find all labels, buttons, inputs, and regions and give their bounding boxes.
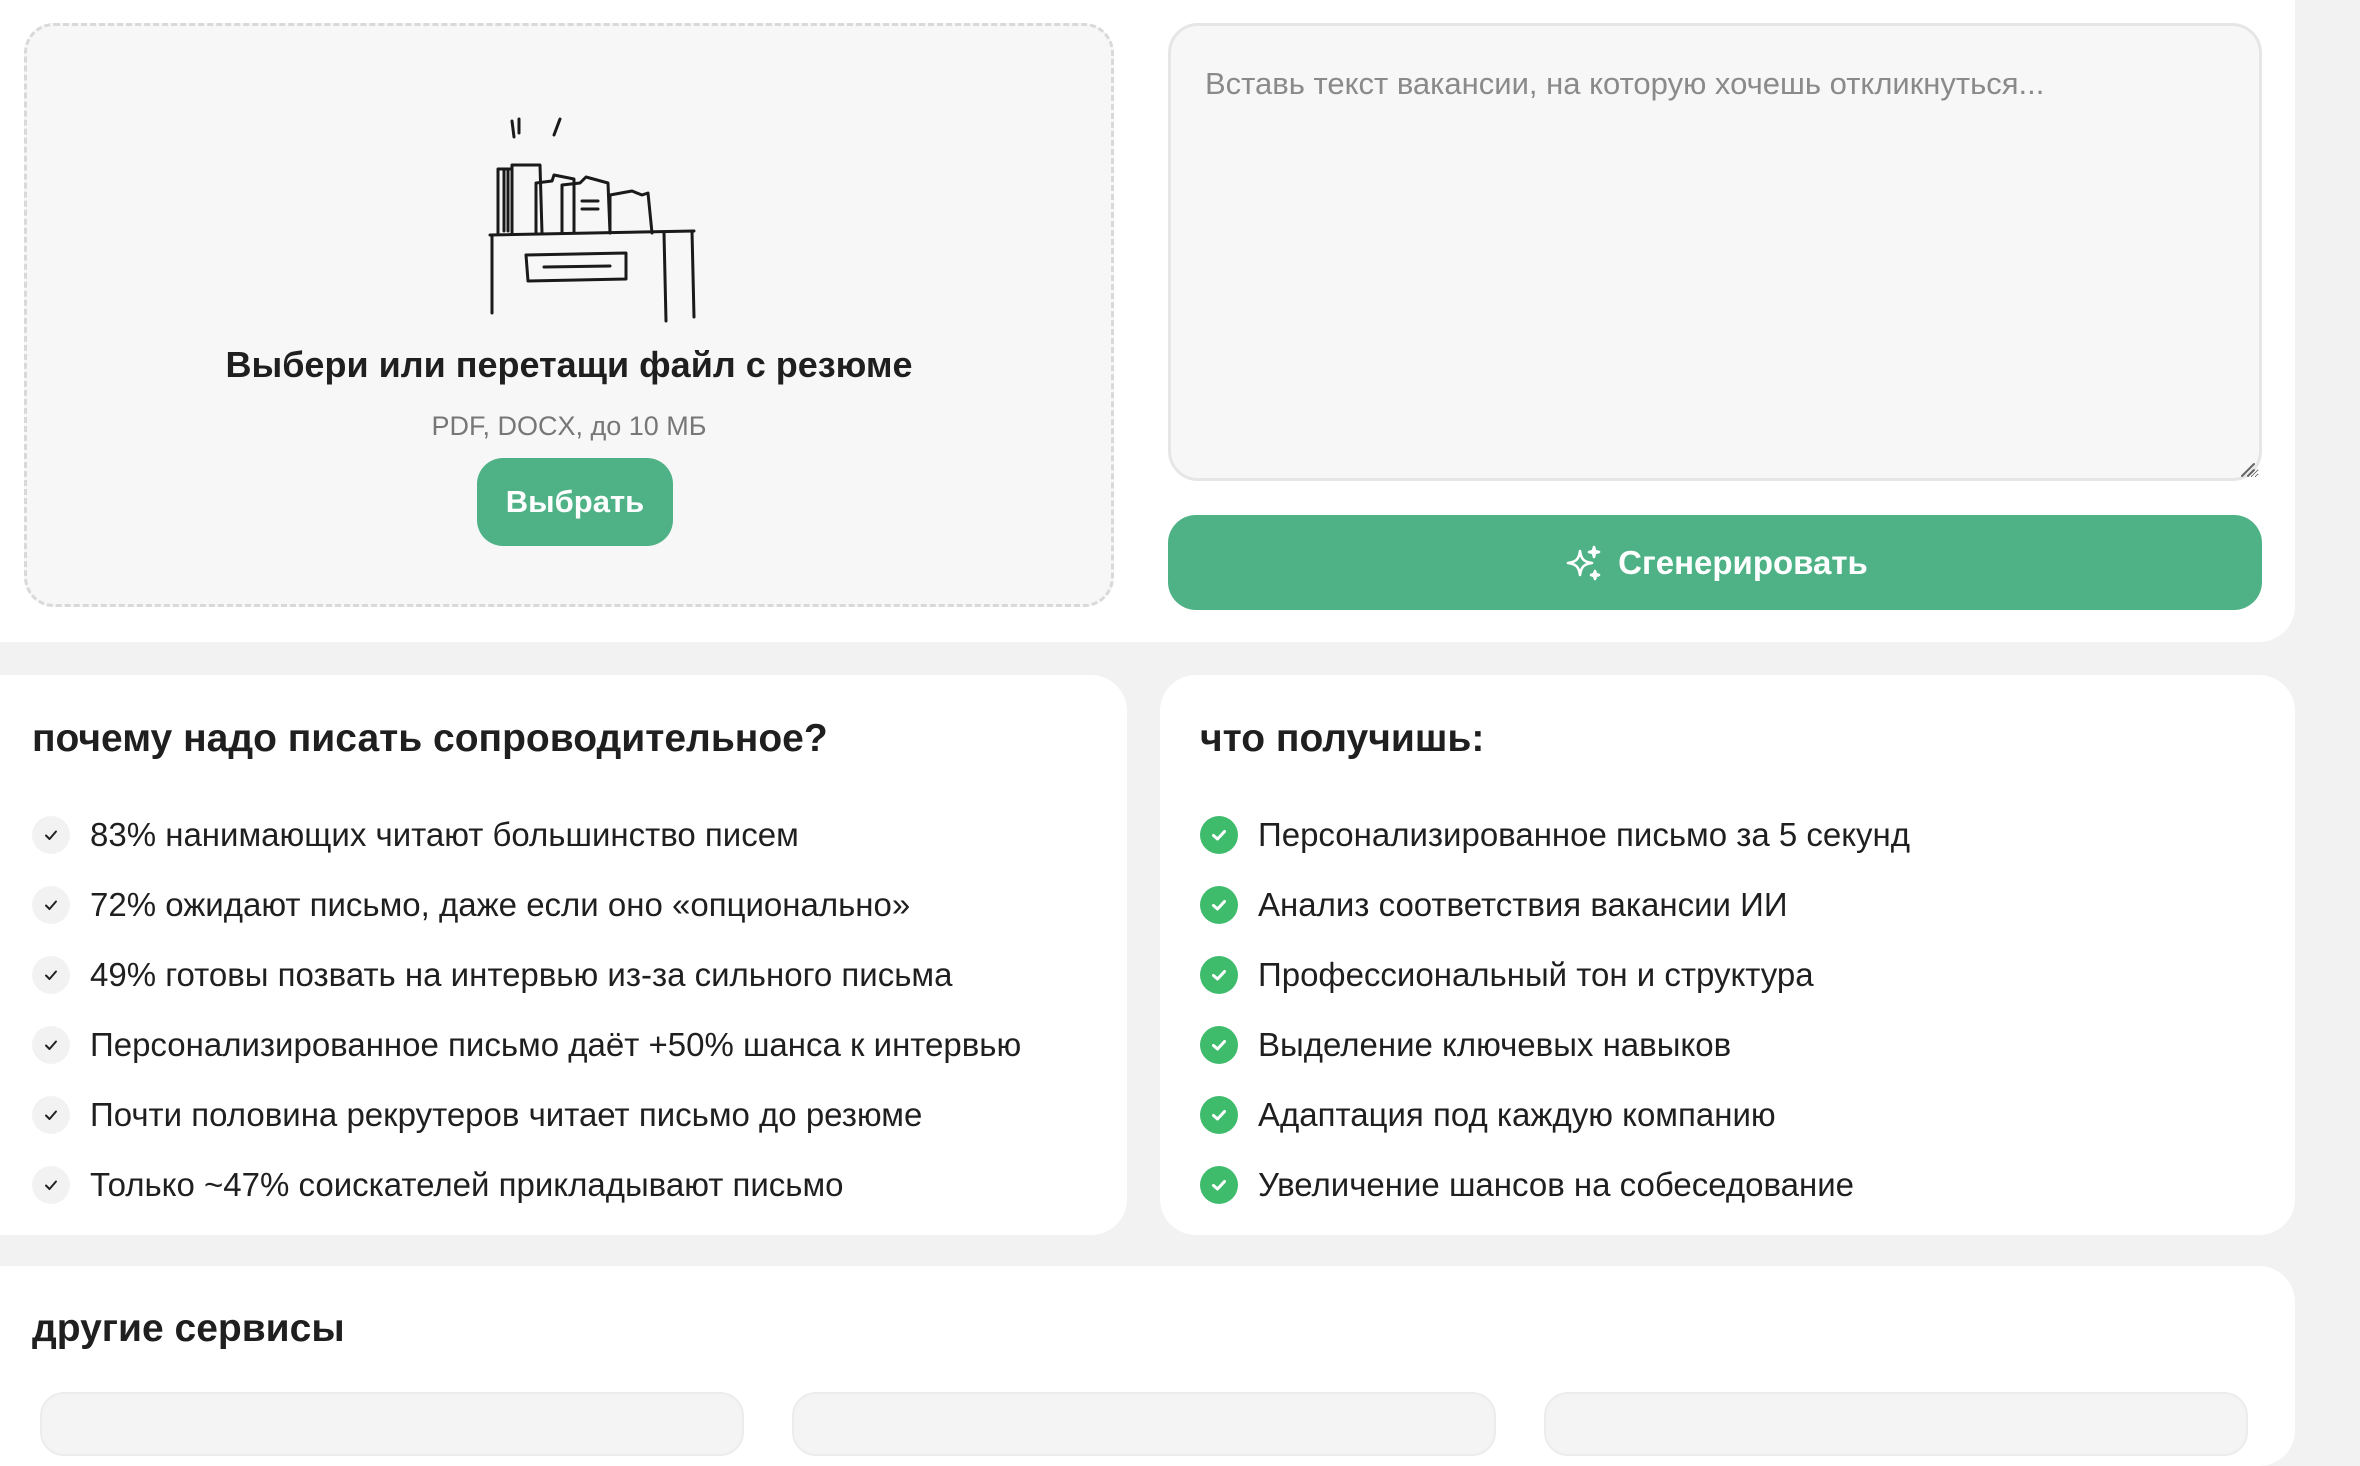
list-item-text: Профессиональный тон и структура [1258,956,1814,993]
check-icon [32,1166,70,1204]
list-item: Только ~47% соискателей прикладывают пис… [32,1150,1021,1220]
list-item: Почти половина рекрутеров читает письмо … [32,1080,1021,1150]
list-item: 72% ожидают письмо, даже если оно «опцио… [32,870,1021,940]
list-item-text: 72% ожидают письмо, даже если оно «опцио… [90,886,911,923]
list-item: Профессиональный тон и структура [1200,940,1910,1010]
list-item: Выделение ключевых навыков [1200,1010,1910,1080]
check-icon [32,1026,70,1064]
generate-button[interactable]: Сгенерировать [1168,515,2262,610]
why-title: почему надо писать сопроводительное? [32,717,828,760]
service-tile[interactable] [792,1392,1496,1456]
sparkles-icon [1566,545,1601,580]
list-item-text: Персонализированное письмо за 5 секунд [1258,816,1911,853]
list-item-text: Только ~47% соискателей прикладывают пис… [90,1166,844,1203]
other-services-title: другие сервисы [32,1307,345,1350]
list-item: 83% нанимающих читают большинство писем [32,800,1021,870]
list-item: Персонализированное письмо за 5 секунд [1200,800,1910,870]
check-circle-icon [1200,816,1238,854]
check-icon [32,816,70,854]
check-circle-icon [1200,1166,1238,1204]
upload-format-hint: PDF, DOCX, до 10 МБ [431,411,707,441]
list-item-text: Персонализированное письмо даёт +50% шан… [90,1026,1022,1063]
list-item-text: Выделение ключевых навыков [1258,1026,1732,1063]
list-item: 49% готовы позвать на интервью из-за сил… [32,940,1021,1010]
check-icon [32,1096,70,1134]
list-item-text: Адаптация под каждую компанию [1258,1096,1776,1133]
list-item: Адаптация под каждую компанию [1200,1080,1910,1150]
list-item-text: Почти половина рекрутеров читает письмо … [90,1096,923,1133]
choose-file-button[interactable]: Выбрать [477,458,673,546]
vacancy-text-input[interactable] [1168,23,2262,481]
list-item: Увеличение шансов на собеседование [1200,1150,1910,1220]
check-icon [32,886,70,924]
list-item-text: 49% готовы позвать на интервью из-за сил… [90,956,953,993]
resize-handle-icon[interactable] [2238,460,2256,478]
benefits-list: Персонализированное письмо за 5 секунд А… [1200,800,1910,1220]
list-item: Анализ соответствия вакансии ИИ [1200,870,1910,940]
list-item: Персонализированное письмо даёт +50% шан… [32,1010,1021,1080]
service-tile[interactable] [40,1392,744,1456]
upload-title: Выбери или перетащи файл с резюме [225,344,913,385]
check-circle-icon [1200,1096,1238,1134]
check-circle-icon [1200,1026,1238,1064]
list-item-text: 83% нанимающих читают большинство писем [90,816,799,853]
resume-dropzone[interactable]: Выбери или перетащи файл с резюме PDF, D… [24,23,1114,607]
check-icon [32,956,70,994]
list-item-text: Увеличение шансов на собеседование [1258,1166,1855,1203]
generate-button-label: Сгенерировать [1618,543,1868,581]
desk-with-documents-illustration [488,117,696,323]
check-circle-icon [1200,886,1238,924]
service-tile[interactable] [1544,1392,2248,1456]
why-list: 83% нанимающих читают большинство писем … [32,800,1021,1220]
benefits-title: что получишь: [1200,717,1485,760]
list-item-text: Анализ соответствия вакансии ИИ [1258,886,1788,923]
check-circle-icon [1200,956,1238,994]
